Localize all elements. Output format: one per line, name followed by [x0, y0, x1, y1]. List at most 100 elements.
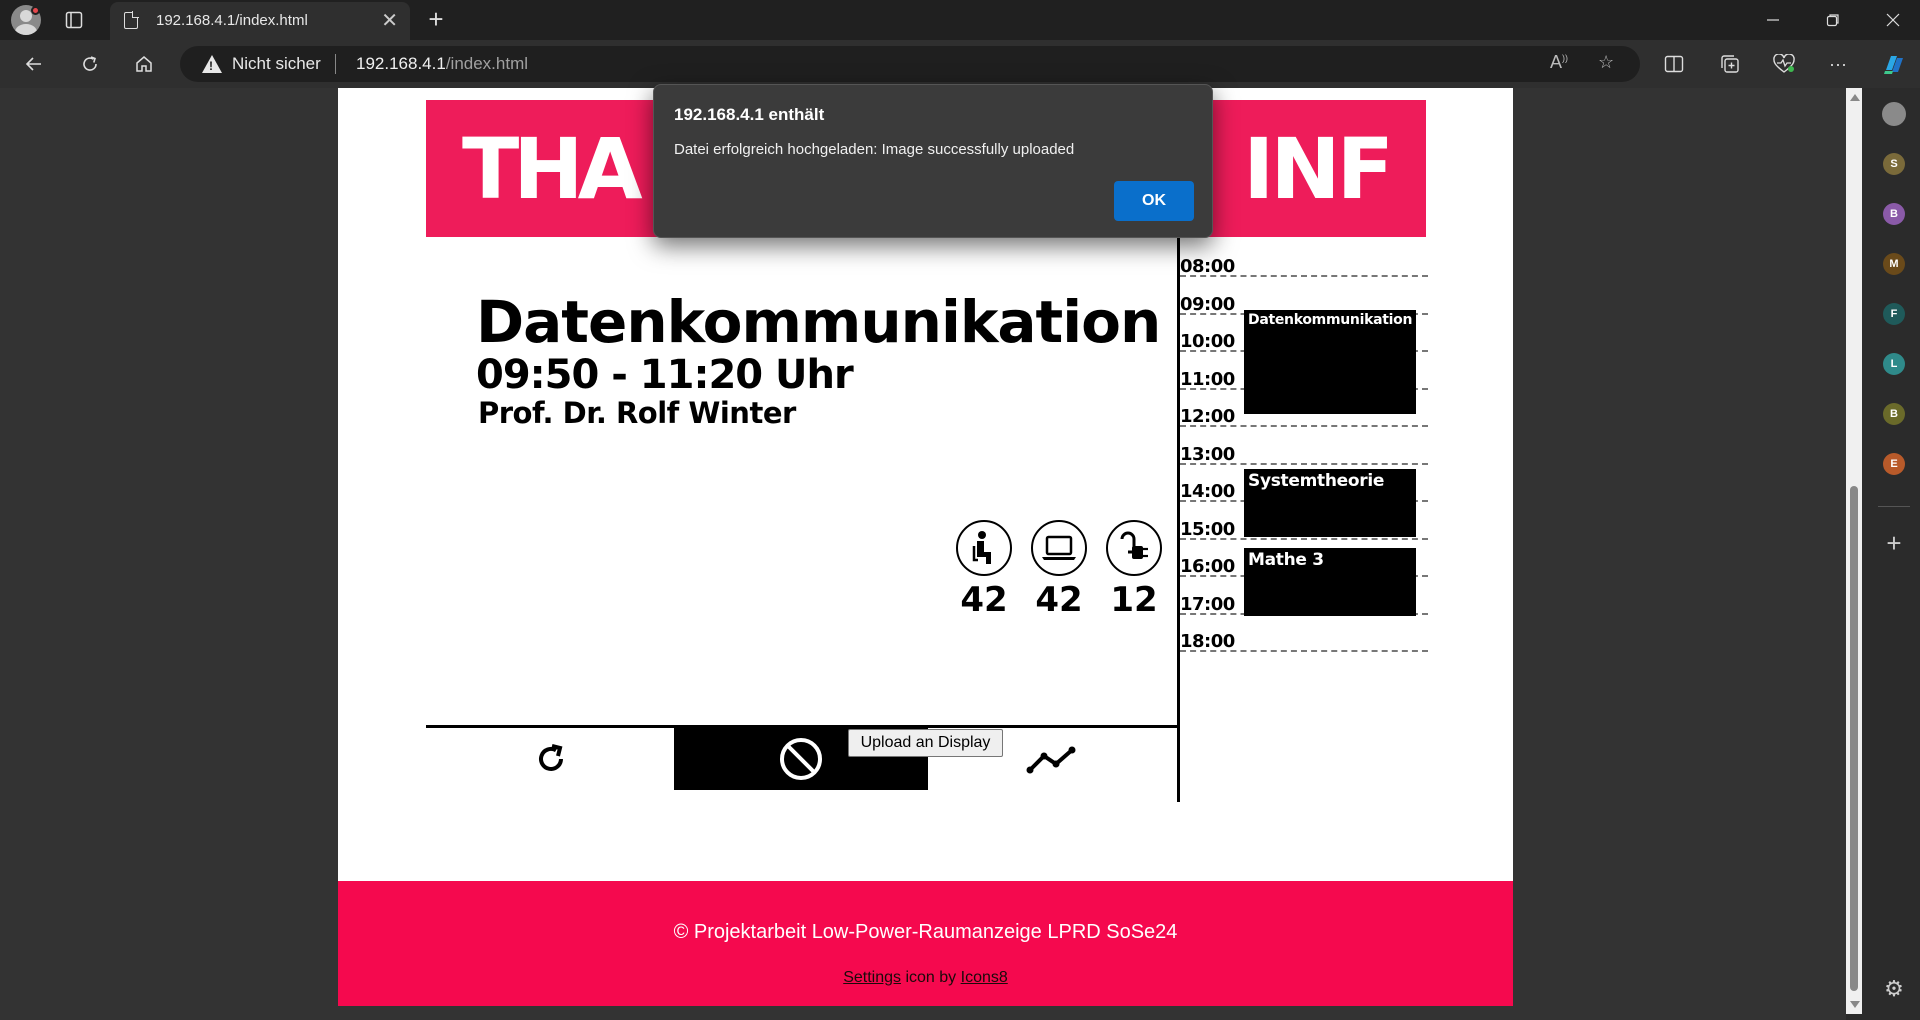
credit-text: icon by — [901, 969, 961, 986]
line-chart-icon — [1026, 746, 1076, 774]
time-label: 16:00 — [1180, 556, 1235, 577]
laptop-resource: 42 — [1029, 520, 1089, 620]
sidebar-profile-f[interactable]: F — [1883, 303, 1905, 325]
reload-button[interactable] — [72, 48, 108, 80]
back-arrow-icon — [25, 57, 41, 71]
profile-letter: B — [1890, 208, 1898, 220]
tab-active[interactable]: 192.168.4.1/index.html ✕ — [110, 2, 410, 40]
restore-icon — [1826, 14, 1839, 27]
sidebar-profile-l[interactable]: L — [1883, 353, 1905, 375]
restore-button[interactable] — [1806, 0, 1860, 40]
prohibited-icon — [780, 738, 822, 780]
scroll-thumb[interactable] — [1850, 486, 1858, 991]
profile-letter: S — [1890, 158, 1898, 170]
event-block: Mathe 3 — [1244, 548, 1416, 616]
timeline-dash — [1180, 538, 1428, 540]
tab-actions-button[interactable] — [58, 4, 90, 36]
dialog-title: 192.168.4.1 enthält — [674, 105, 825, 124]
tab-actions-icon — [65, 11, 83, 29]
new-tab-button[interactable]: + — [420, 4, 452, 35]
sidebar-add-icon[interactable]: + — [1880, 528, 1908, 559]
scroll-up-icon[interactable] — [1850, 94, 1860, 101]
home-icon — [136, 56, 152, 72]
collections-button[interactable] — [1712, 48, 1748, 80]
tab-title: 192.168.4.1/index.html — [156, 12, 308, 29]
tha-logo: THA — [462, 120, 643, 218]
minimize-icon — [1767, 19, 1779, 21]
notification-dot — [31, 6, 40, 15]
address-bar[interactable]: Nicht sicher 192.168.4.1/index.html A)) … — [180, 46, 1640, 82]
url-path: /index.html — [445, 54, 529, 73]
address-separator — [335, 54, 336, 74]
profile-letter: B — [1890, 408, 1898, 420]
timeline-row: 18:00 — [1180, 631, 1428, 669]
minimize-button[interactable] — [1746, 0, 1800, 40]
back-button[interactable] — [16, 48, 52, 80]
upload-display-button[interactable]: Upload an Display — [848, 729, 1003, 757]
dialog-message: Datei erfolgreich hochgeladen: Image suc… — [674, 141, 1075, 158]
sidebar-divider — [1878, 506, 1910, 507]
sidebar-profile-m[interactable]: M — [1883, 253, 1905, 275]
timeline-dash — [1180, 463, 1428, 465]
home-button[interactable] — [126, 48, 162, 80]
close-icon — [1886, 13, 1900, 27]
icons8-link[interactable]: Icons8 — [961, 969, 1008, 986]
profile-letter: L — [1890, 358, 1898, 370]
heart-pulse-icon — [1773, 54, 1795, 73]
time-label: 14:00 — [1180, 481, 1235, 502]
power-count: 12 — [1110, 580, 1158, 620]
url-text[interactable]: 192.168.4.1/index.html — [356, 54, 528, 74]
tab-close-icon[interactable]: ✕ — [381, 8, 398, 33]
warning-icon[interactable] — [202, 55, 222, 73]
seat-icon — [956, 520, 1012, 576]
power-resource: 12 — [1104, 520, 1164, 620]
time-label: 10:00 — [1180, 331, 1235, 352]
navigation-bar: Nicht sicher 192.168.4.1/index.html A)) … — [0, 40, 1920, 88]
refresh-icon — [539, 744, 563, 771]
title-bar: 192.168.4.1/index.html ✕ + — [0, 0, 1920, 40]
browser-essentials-button[interactable] — [1766, 48, 1802, 80]
laptop-icon — [1031, 520, 1087, 576]
timeline-dash — [1180, 275, 1428, 277]
favorite-star-icon[interactable]: ☆ — [1598, 52, 1614, 73]
time-label: 13:00 — [1180, 444, 1235, 465]
browser-window: 192.168.4.1/index.html ✕ + Nicht sicher … — [0, 0, 1920, 1020]
edge-sidebar: S B M F L B E + ⚙ — [1866, 88, 1920, 1020]
timeline-dash — [1180, 425, 1428, 427]
copyright-text: © Projektarbeit Low-Power-Raumanzeige LP… — [673, 921, 1178, 943]
sidebar-profile-b2[interactable]: B — [1883, 403, 1905, 425]
inf-logo: INF — [1243, 120, 1394, 218]
split-screen-icon — [1664, 55, 1684, 73]
security-label[interactable]: Nicht sicher — [232, 54, 321, 74]
course-time: 09:50 - 11:20 Uhr — [476, 352, 854, 398]
close-window-button[interactable] — [1866, 0, 1920, 40]
time-label: 09:00 — [1180, 294, 1235, 315]
seat-count: 42 — [960, 580, 1008, 620]
settings-link[interactable]: Settings — [843, 969, 901, 986]
timeline-row: 08:00 — [1180, 256, 1428, 294]
sidebar-search-icon[interactable] — [1882, 102, 1906, 126]
more-dots-icon: ··· — [1829, 53, 1847, 74]
split-screen-button[interactable] — [1656, 48, 1692, 80]
timeline-dash — [1180, 650, 1428, 652]
time-label: 18:00 — [1180, 631, 1235, 652]
course-title: Datenkommunikation — [476, 288, 1161, 356]
sidebar-settings-icon[interactable]: ⚙ — [1880, 976, 1908, 1002]
page-scrollbar[interactable] — [1846, 88, 1862, 1014]
time-label: 08:00 — [1180, 256, 1235, 277]
ok-button[interactable]: OK — [1114, 181, 1194, 221]
more-menu-button[interactable]: ··· — [1820, 48, 1856, 80]
alert-dialog: 192.168.4.1 enthält Datei erfolgreich ho… — [653, 84, 1213, 238]
profile-letter: E — [1890, 458, 1898, 470]
sidebar-profile-b[interactable]: B — [1883, 203, 1905, 225]
sidebar-profile-s[interactable]: S — [1883, 153, 1905, 175]
read-aloud-icon[interactable]: A)) — [1550, 52, 1568, 73]
power-plug-icon — [1106, 520, 1162, 576]
sidebar-profile-e[interactable]: E — [1883, 453, 1905, 475]
scroll-down-icon[interactable] — [1850, 1001, 1860, 1008]
time-label: 17:00 — [1180, 594, 1235, 615]
profile-letter: F — [1890, 308, 1898, 320]
profile-button[interactable] — [10, 4, 42, 36]
copilot-button[interactable] — [1876, 48, 1912, 80]
collections-icon — [1721, 55, 1739, 73]
